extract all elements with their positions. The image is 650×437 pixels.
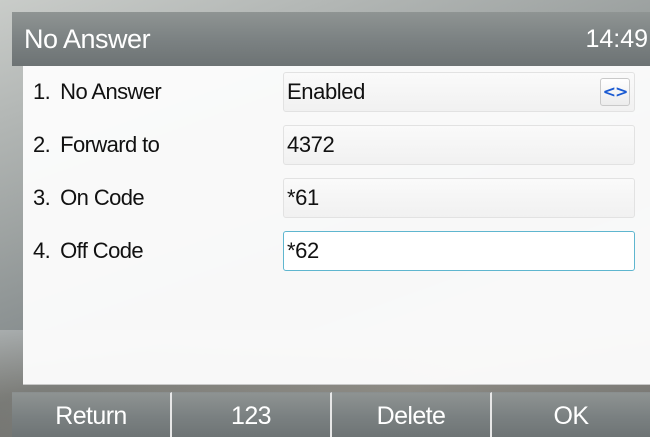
off-code-input[interactable]: *62	[283, 231, 635, 271]
row-forward-to[interactable]: 2. Forward to 4372	[23, 122, 650, 168]
settings-panel: 1. No Answer Enabled <> 2. Forward to 4372…	[23, 66, 650, 385]
row-no-answer[interactable]: 1. No Answer Enabled <>	[23, 69, 650, 115]
input-mode-button[interactable]: 123	[172, 392, 332, 437]
switch-arrows-icon[interactable]: <>	[600, 78, 630, 106]
return-button[interactable]: Return	[12, 392, 172, 437]
row-on-code[interactable]: 3. On Code *61	[23, 175, 650, 221]
no-answer-select[interactable]: Enabled <>	[283, 72, 635, 112]
no-answer-value: Enabled	[287, 79, 365, 104]
delete-button[interactable]: Delete	[332, 392, 492, 437]
row-label: 1. No Answer	[33, 79, 162, 104]
clock: 14:49	[585, 24, 648, 53]
title-bar: No Answer 14:49	[12, 12, 650, 66]
forward-to-input[interactable]: 4372	[283, 125, 635, 165]
row-label: 4. Off Code	[33, 238, 144, 263]
phone-screen: No Answer 14:49 1. No Answer Enabled <> 2…	[0, 0, 650, 437]
on-code-input[interactable]: *61	[283, 178, 635, 218]
row-label: 3. On Code	[33, 185, 145, 210]
ok-button[interactable]: OK	[492, 392, 650, 437]
page-title: No Answer	[24, 23, 151, 54]
row-off-code[interactable]: 4. Off Code *62	[23, 228, 650, 274]
softkey-bar: Return 123 Delete OK	[12, 392, 650, 437]
row-label: 2. Forward to	[33, 132, 160, 157]
